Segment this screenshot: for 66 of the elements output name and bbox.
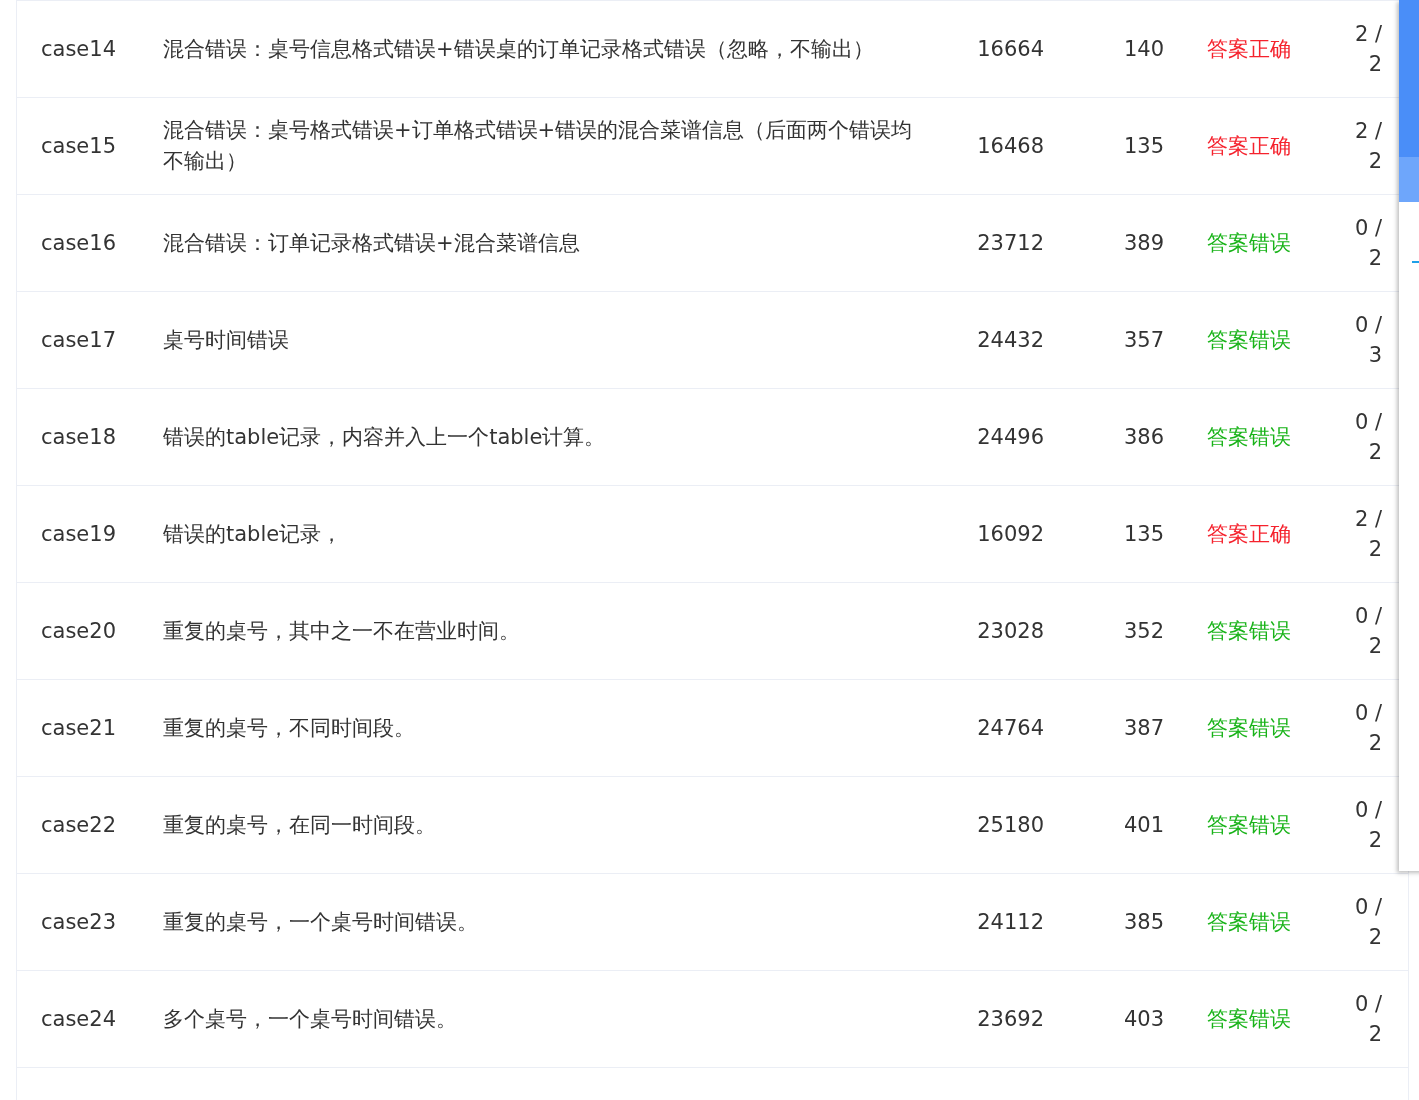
time-value: 23712 xyxy=(977,231,1044,255)
case-description: 桌号时间错误 xyxy=(163,327,289,352)
case-name: case18 xyxy=(41,425,116,449)
result-status: 答案正确 xyxy=(1207,134,1291,158)
case-name: case20 xyxy=(41,619,116,643)
case-description: 混合错误：桌号格式错误+订单格式错误+错误的混合菜谱信息（后面两个错误均不输出） xyxy=(163,118,913,173)
score-value: 2 / 2 xyxy=(1353,118,1382,175)
case-description: 错误的table记录， xyxy=(163,521,343,546)
result-status: 答案正确 xyxy=(1207,522,1291,546)
case-description: 重复的桌号，在同一时间段。 xyxy=(163,812,436,837)
result-status: 答案错误 xyxy=(1207,716,1291,740)
result-status: 答案错误 xyxy=(1207,231,1291,255)
score-value: 0 / 2 xyxy=(1353,409,1382,466)
time-value: 23028 xyxy=(977,619,1044,643)
memory-value: 135 xyxy=(1123,522,1164,546)
case-description: 重复的桌号，不同时间段。 xyxy=(163,715,415,740)
score-value: 0 / 3 xyxy=(1353,312,1382,369)
case-description: 混合错误：订单记录格式错误+混合菜谱信息 xyxy=(163,230,580,255)
time-value: 23692 xyxy=(977,1007,1044,1031)
result-status: 答案错误 xyxy=(1207,425,1291,449)
case-name: case24 xyxy=(41,1007,116,1031)
time-value: 16092 xyxy=(977,522,1044,546)
memory-value: 401 xyxy=(1123,813,1164,837)
time-value: 25180 xyxy=(977,813,1044,837)
case-name: case22 xyxy=(41,813,116,837)
score-value: 0 / 2 xyxy=(1353,894,1382,951)
memory-value: 387 xyxy=(1123,716,1164,740)
score-value: 0 / 2 xyxy=(1353,700,1382,757)
result-status: 答案错误 xyxy=(1207,1007,1291,1031)
result-status: 答案错误 xyxy=(1207,619,1291,643)
score-value: 0 / 2 xyxy=(1353,991,1382,1048)
time-value: 16468 xyxy=(977,134,1044,158)
case-name: case16 xyxy=(41,231,116,255)
memory-value: 352 xyxy=(1123,619,1164,643)
result-status: 答案错误 xyxy=(1207,910,1291,934)
case-name: case14 xyxy=(41,37,116,61)
case-name: case23 xyxy=(41,910,116,934)
score-value: 2 / 2 xyxy=(1353,506,1382,563)
memory-value: 357 xyxy=(1123,328,1164,352)
memory-value: 403 xyxy=(1123,1007,1164,1031)
time-value: 24496 xyxy=(977,425,1044,449)
memory-value: 135 xyxy=(1123,134,1164,158)
result-status: 答案错误 xyxy=(1207,813,1291,837)
score-value: 0 / 2 xyxy=(1353,215,1382,272)
memory-value: 385 xyxy=(1123,910,1164,934)
case-name: case21 xyxy=(41,716,116,740)
case-description: 多个桌号，一个桌号时间错误。 xyxy=(163,1006,457,1031)
time-value: 24432 xyxy=(977,328,1044,352)
case-name: case17 xyxy=(41,328,116,352)
time-value: 24112 xyxy=(977,910,1044,934)
memory-value: 386 xyxy=(1123,425,1164,449)
case-name: case19 xyxy=(41,522,116,546)
score-value: 0 / 2 xyxy=(1353,797,1382,854)
result-status: 答案正确 xyxy=(1207,37,1291,61)
case-description: 重复的桌号，一个桌号时间错误。 xyxy=(163,909,478,934)
case-description: 混合错误：桌号信息格式错误+错误桌的订单记录格式错误（忽略，不输出） xyxy=(163,36,874,61)
memory-value: 140 xyxy=(1123,37,1164,61)
case-name: case15 xyxy=(41,134,116,158)
case-description: 重复的桌号，其中之一不在营业时间。 xyxy=(163,618,520,643)
case-description: 错误的table记录，内容并入上一个table计算。 xyxy=(163,424,606,449)
time-value: 24764 xyxy=(977,716,1044,740)
score-value: 0 / 2 xyxy=(1353,603,1382,660)
result-status: 答案错误 xyxy=(1207,328,1291,352)
score-value: 2 / 2 xyxy=(1353,21,1382,78)
time-value: 16664 xyxy=(977,37,1044,61)
memory-value: 389 xyxy=(1123,231,1164,255)
